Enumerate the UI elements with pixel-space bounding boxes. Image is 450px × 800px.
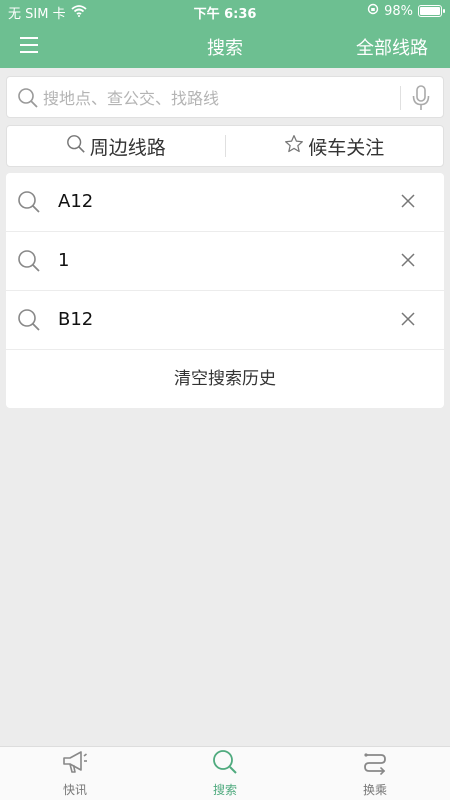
nav-bar: 搜索 全部线路 [0,22,450,68]
close-icon[interactable] [400,252,416,272]
battery-icon [418,5,445,17]
search-bar [6,76,444,118]
history-item[interactable]: 1 [6,232,444,291]
tab-news[interactable]: 快讯 [0,747,150,800]
search-input[interactable] [43,85,393,111]
all-routes-button[interactable]: 全部线路 [356,34,428,60]
battery-percent: 98% [384,3,413,19]
tab-bar: 快讯 搜索 换乘 [0,746,450,800]
quick-actions: 周边线路 候车关注 [6,125,444,167]
megaphone-icon [61,749,89,778]
history-item[interactable]: B12 [6,291,444,350]
tab-search[interactable]: 搜索 [150,747,300,800]
search-screen: 无 SIM 卡 下午 6:36 98% 搜索 全部线路 搜地点、查公交、找路线 … [0,0,450,800]
search-icon [212,749,238,778]
search-icon [17,308,41,336]
nearby-routes-label: 周边线路 [89,136,166,159]
header: 无 SIM 卡 下午 6:36 98% 搜索 全部线路 [0,0,450,68]
history-item[interactable]: A12 [6,173,444,232]
nearby-routes-button[interactable]: 周边线路 [7,126,225,166]
search-icon [66,134,86,159]
status-bar: 无 SIM 卡 下午 6:36 98% [0,0,450,22]
divider [400,86,401,110]
tab-search-label: 搜索 [212,783,237,797]
history-item-text: B12 [58,309,94,330]
waiting-watch-button[interactable]: 候车关注 [226,126,444,166]
history-item-text: A12 [58,191,94,212]
waiting-watch-label: 候车关注 [308,136,385,159]
search-icon [17,249,41,277]
rotation-lock-icon [367,3,379,19]
search-history: A12 1 B12 清空搜索历史 [6,173,444,408]
tab-news-label: 快讯 [62,783,87,797]
star-icon [284,134,304,159]
clear-history-button[interactable]: 清空搜索历史 [6,350,444,408]
search-icon [17,87,39,113]
transfer-icon [362,749,388,778]
history-item-text: 1 [58,250,70,271]
close-icon[interactable] [400,193,416,213]
tab-transfer[interactable]: 换乘 [300,747,450,800]
close-icon[interactable] [400,311,416,331]
microphone-icon[interactable] [411,85,431,115]
search-icon [17,190,41,218]
tab-transfer-label: 换乘 [362,783,387,797]
